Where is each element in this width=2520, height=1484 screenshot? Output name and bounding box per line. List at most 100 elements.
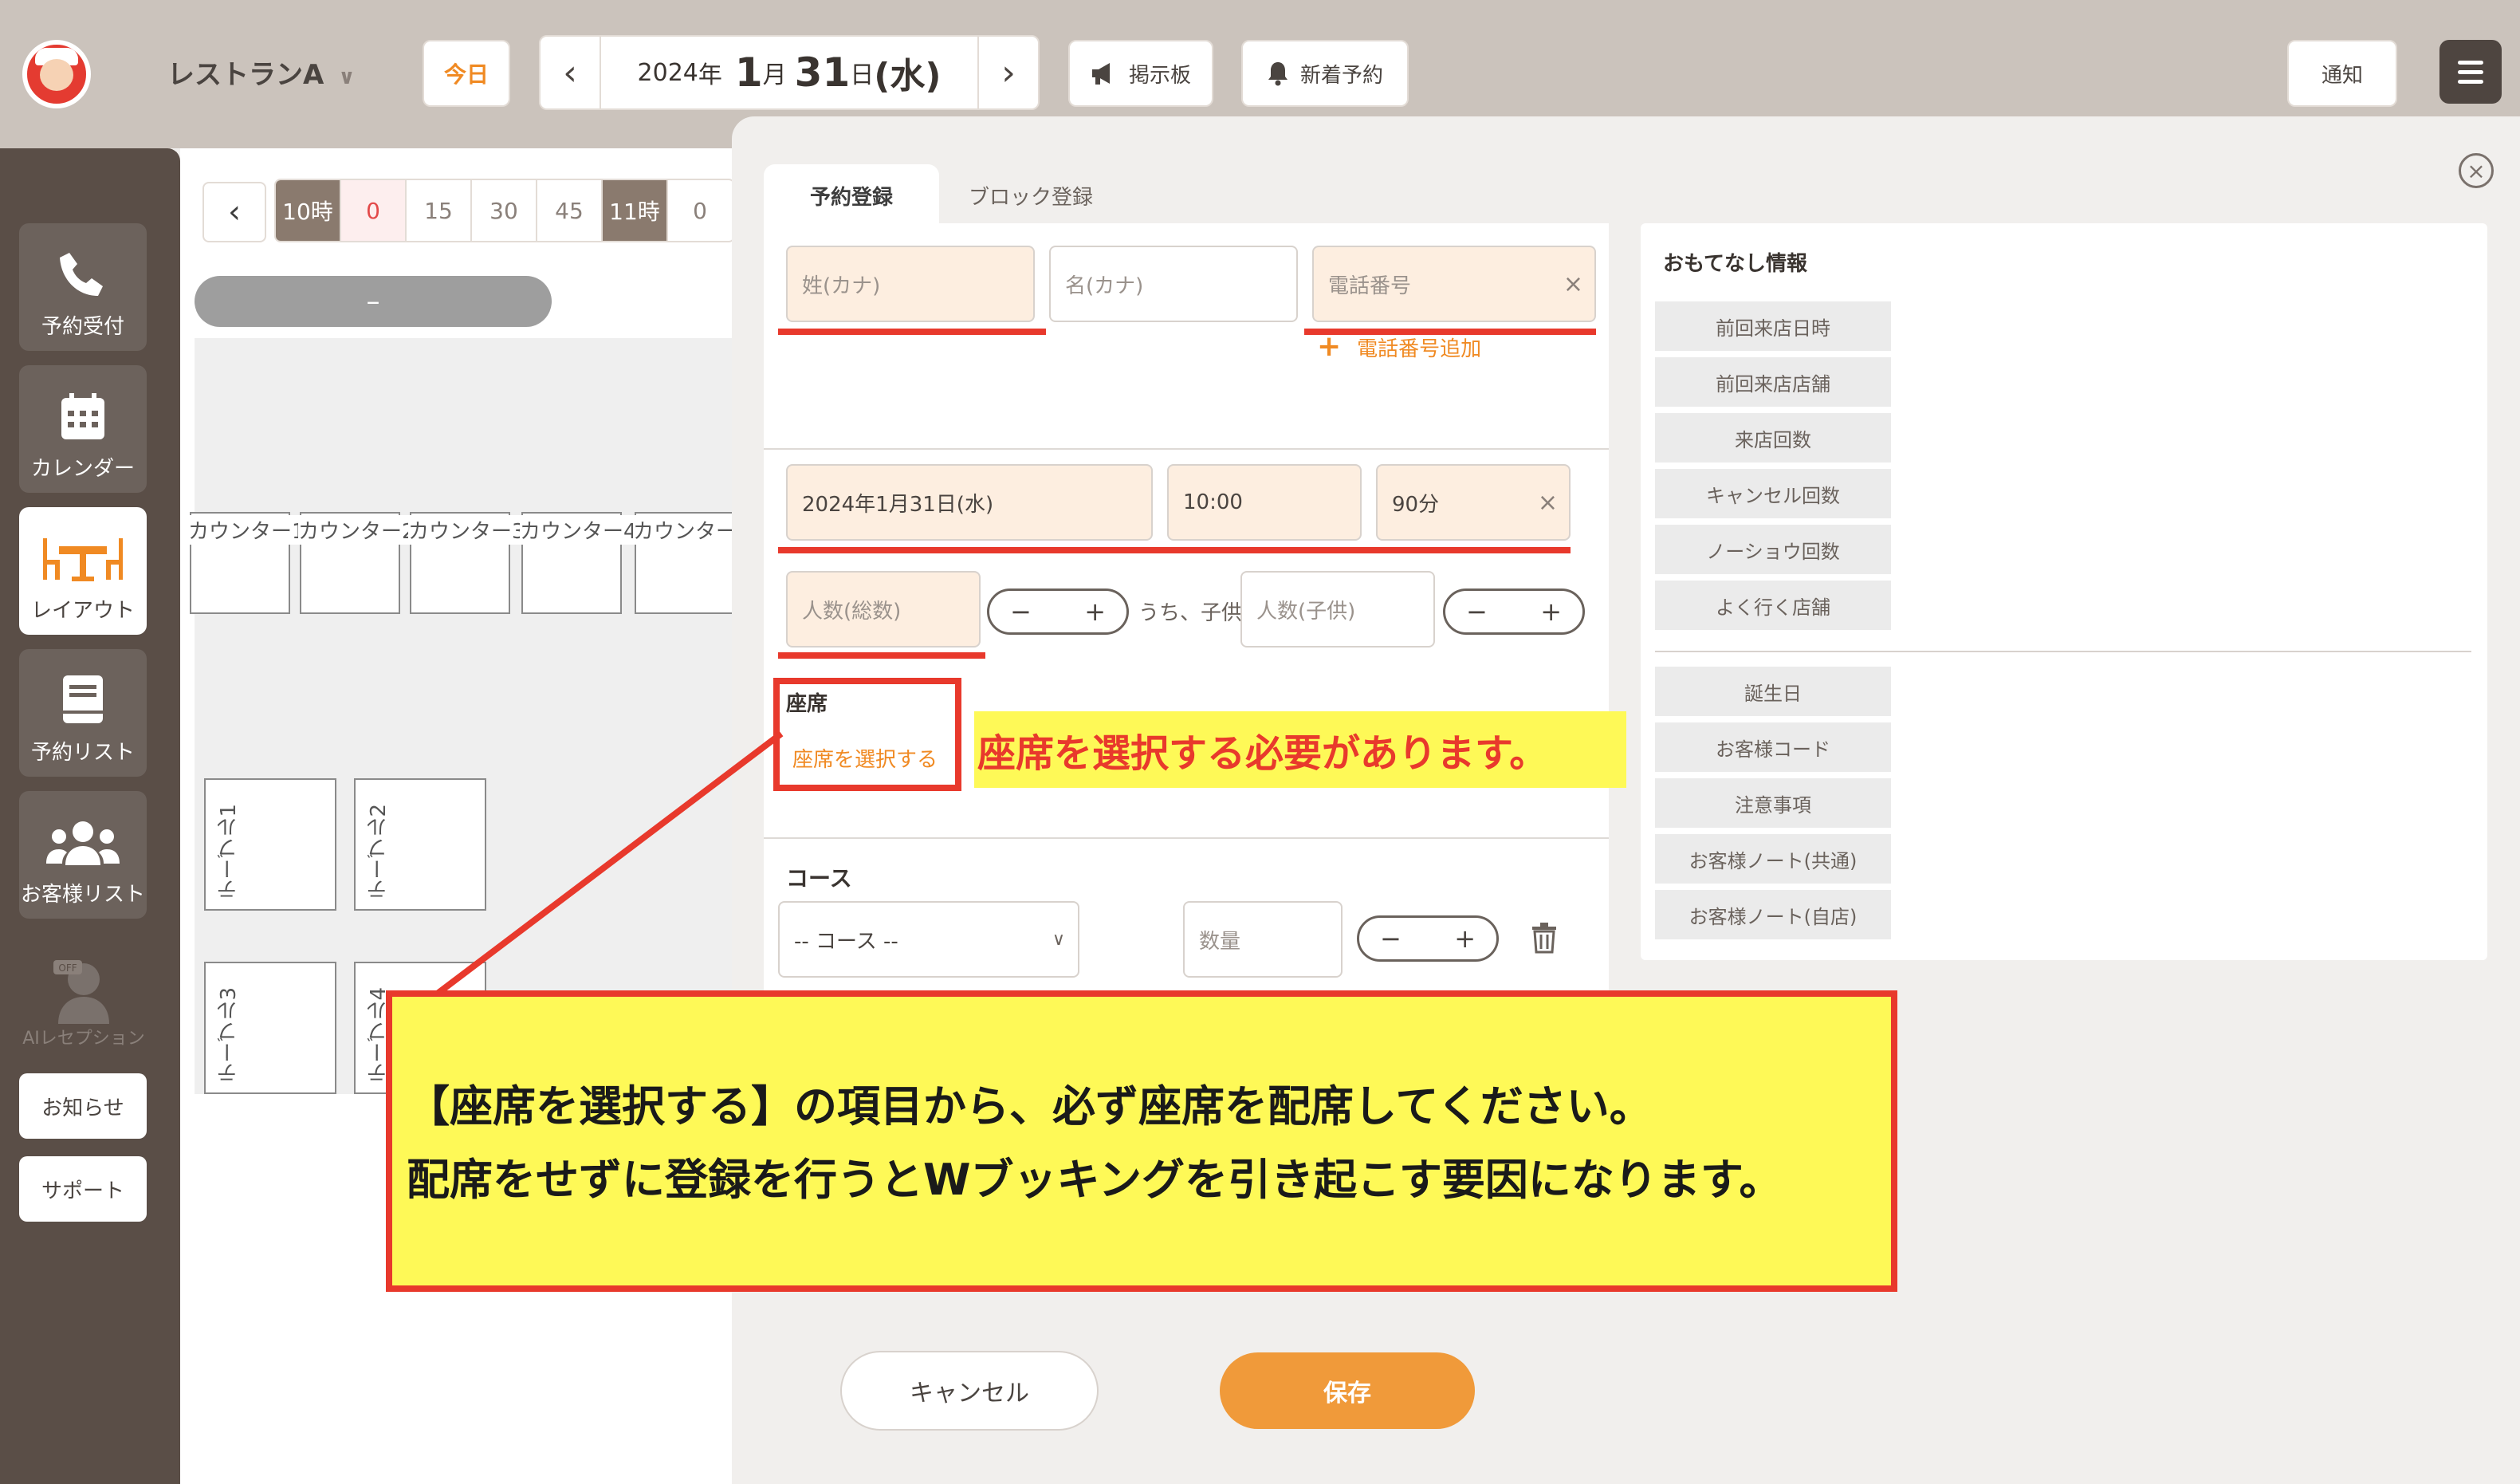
timeline-cell[interactable]: 10時 [276, 180, 341, 241]
sidebar-item-calendar[interactable]: カレンダー [19, 365, 147, 493]
annotation-line: 【座席を選択する】の項目から、必ず座席を配席してください。 [407, 1081, 1653, 1132]
sidebar: 予約受付 カレンダー レイアウト 予約リスト お客様リスト OFF AIレセプシ… [0, 148, 180, 1484]
hospitality-item: 注意事項 [1655, 778, 1891, 828]
svg-text:OFF: OFF [58, 962, 77, 974]
trash-icon[interactable] [1531, 922, 1558, 954]
notification-button[interactable]: 通知 [2287, 40, 2397, 107]
sidebar-item-ai-reception[interactable]: OFF AIレセプション [16, 946, 151, 1049]
chevron-left-icon: ‹ [563, 52, 577, 93]
course-select[interactable]: -- コース -- ∨ [778, 901, 1079, 978]
hospitality-item: 誕生日 [1655, 667, 1891, 716]
news-button[interactable]: お知らせ [19, 1073, 147, 1139]
counter-seat[interactable]: カウンター1 [188, 512, 305, 614]
required-underline [778, 652, 985, 659]
counter-seat[interactable]: カウンター2 [298, 512, 415, 614]
children-prefix: うち、子供 [1138, 601, 1243, 625]
hospitality-item: よく行く店舗 [1655, 581, 1891, 630]
floor-selector-pill[interactable]: – [195, 276, 552, 327]
prev-date-button[interactable]: ‹ [541, 37, 601, 108]
plus-icon[interactable]: + [1084, 596, 1106, 627]
date-field[interactable]: 2024年1月31日(水) [786, 464, 1153, 541]
hospitality-title: おもてなし情報 [1663, 252, 1807, 276]
today-button[interactable]: 今日 [423, 40, 510, 107]
hamburger-menu-icon[interactable] [2439, 40, 2502, 104]
minus-icon[interactable]: − [1010, 596, 1032, 627]
current-date[interactable]: 2024 年 1月 31 日 (水) [601, 37, 977, 108]
tab-block[interactable]: ブロック登録 [939, 164, 1122, 226]
support-button[interactable]: サポート [19, 1156, 147, 1222]
floor-table[interactable]: テーブル1 [204, 778, 336, 911]
floor-table[interactable]: テーブル3 [204, 962, 336, 1094]
cancel-button[interactable]: キャンセル [840, 1351, 1099, 1431]
phone-input[interactable]: 電話番号 × [1312, 246, 1596, 322]
plus-icon[interactable]: + [1454, 923, 1476, 954]
sidebar-item-reservation-list[interactable]: 予約リスト [19, 649, 147, 777]
date-navigator: ‹ 2024 年 1月 31 日 (水) › [539, 35, 1040, 110]
clear-icon[interactable]: × [1563, 270, 1583, 298]
guests-children-stepper[interactable]: − + [1443, 588, 1585, 635]
hospitality-item: お客様ノート(自店) [1655, 890, 1891, 939]
next-date-button[interactable]: › [977, 37, 1038, 108]
ai-receptionist-icon: OFF [53, 960, 109, 1024]
annotation-note: 【座席を選択する】の項目から、必ず座席を配席してください。 配席をせずに登録を行… [386, 990, 1897, 1292]
duration-field[interactable]: 90分 × [1376, 464, 1571, 541]
guests-children-input[interactable]: 人数(子供) [1240, 571, 1435, 648]
guests-total-stepper[interactable]: − + [987, 588, 1129, 635]
calendar-icon [61, 393, 104, 439]
add-phone-link[interactable]: + 電話番号追加 [1317, 330, 1481, 363]
phone-icon [60, 253, 103, 296]
guests-total-input[interactable]: 人数(総数) [786, 571, 981, 648]
hospitality-item: お客様コード [1655, 722, 1891, 772]
store-selector[interactable]: レストランA ∨ [167, 53, 355, 92]
hospitality-item: キャンセル回数 [1655, 469, 1891, 518]
course-quantity-input[interactable]: 数量 [1183, 901, 1343, 978]
timeline-cell[interactable]: 15 [407, 180, 472, 241]
required-underline [778, 547, 1571, 553]
megaphone-icon [1091, 63, 1110, 85]
close-icon[interactable]: × [2459, 153, 2494, 188]
timeline-cell[interactable]: 11時 [603, 180, 668, 241]
chevron-left-icon: ‹ [228, 194, 241, 230]
hospitality-item: ノーショウ回数 [1655, 525, 1891, 574]
plus-icon: + [1317, 330, 1342, 363]
course-label: コース [786, 865, 852, 892]
seat-required-note: 座席を選択する必要があります。 [974, 711, 1626, 788]
save-button[interactable]: 保存 [1220, 1352, 1475, 1429]
minus-icon[interactable]: − [1466, 596, 1488, 627]
timeline-cell[interactable]: 30 [472, 180, 537, 241]
timeline-cell[interactable]: 45 [537, 180, 603, 241]
counter-seat[interactable]: カウンター4 [520, 512, 637, 614]
sidebar-item-customer-list[interactable]: お客様リスト [19, 791, 147, 919]
store-logo-icon[interactable] [22, 40, 91, 108]
sidebar-item-reception[interactable]: 予約受付 [19, 223, 147, 351]
timeline-prev-button[interactable]: ‹ [202, 182, 266, 242]
chevron-down-icon: ∨ [1052, 929, 1065, 950]
counter-seat[interactable]: カウンター [633, 512, 737, 614]
first-name-kana-input[interactable]: 名(カナ) [1049, 246, 1298, 322]
last-name-kana-input[interactable]: 姓(カナ) [786, 246, 1035, 322]
timeline-cell[interactable]: 0 [668, 180, 733, 241]
course-quantity-stepper[interactable]: − + [1357, 915, 1499, 962]
sidebar-item-layout[interactable]: レイアウト [19, 507, 147, 635]
hospitality-item: お客様ノート(共通) [1655, 834, 1891, 884]
users-icon [46, 821, 120, 865]
time-field[interactable]: 10:00 [1167, 464, 1362, 541]
tab-reservation[interactable]: 予約登録 [764, 164, 939, 226]
hospitality-divider [1655, 651, 2471, 652]
plus-icon[interactable]: + [1540, 596, 1562, 627]
bulletin-board-button[interactable]: 掲示板 [1068, 40, 1213, 107]
minus-icon[interactable]: − [1380, 923, 1402, 954]
new-reservations-button[interactable]: 新着予約 [1241, 40, 1409, 107]
clear-icon[interactable]: × [1538, 489, 1558, 517]
hospitality-item: 前回来店日時 [1655, 301, 1891, 351]
section-divider [764, 837, 1609, 839]
select-seat-link[interactable]: 座席を選択する [792, 743, 938, 773]
store-name: レストランA [167, 59, 324, 91]
timeline-cell[interactable]: 0 [341, 180, 407, 241]
floor-table[interactable]: テーブル2 [354, 778, 486, 911]
section-divider [764, 448, 1609, 450]
layout-table-icon [43, 538, 123, 581]
counter-seat[interactable]: カウンター3 [408, 512, 525, 614]
chevron-right-icon: › [1001, 52, 1016, 93]
bell-icon [1268, 62, 1288, 86]
